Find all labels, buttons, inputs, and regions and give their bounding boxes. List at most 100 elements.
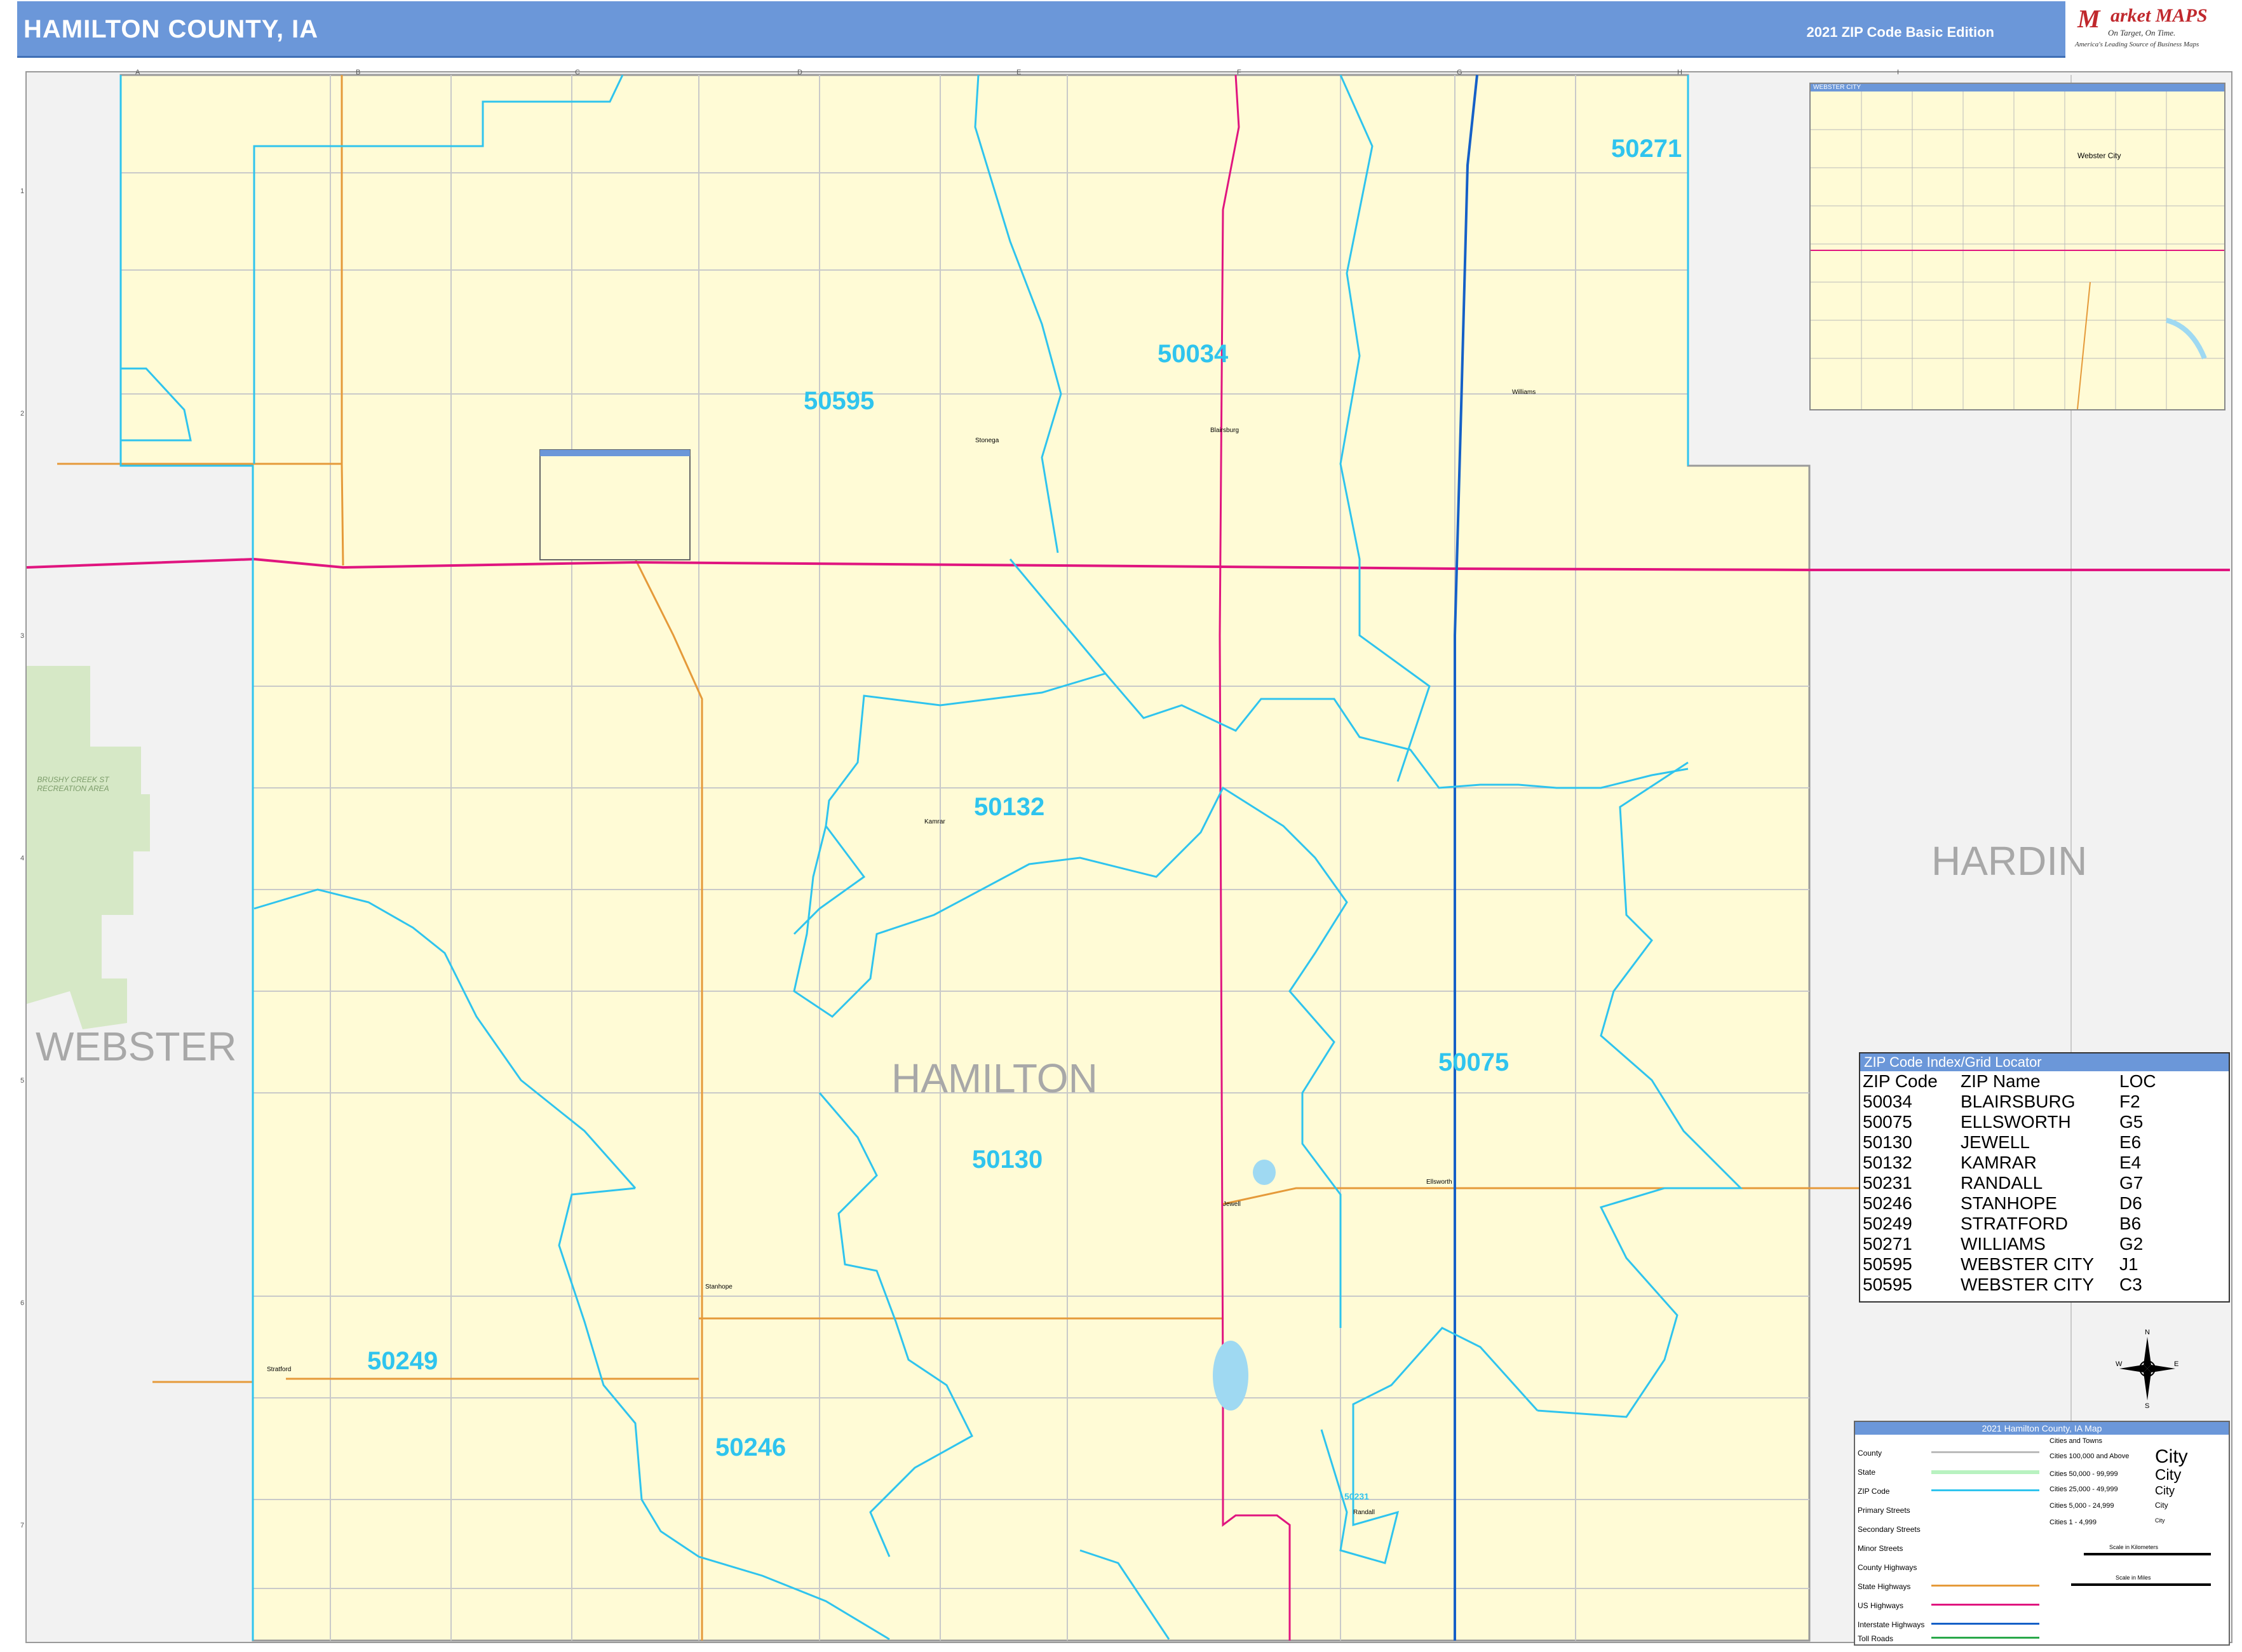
legend-secondary: Secondary Streets: [1858, 1525, 1921, 1534]
zip-code: 50249: [1863, 1214, 1912, 1233]
legend-interstate-swatch: [1931, 1623, 2039, 1625]
county-label-hamilton: HAMILTON: [891, 1055, 1098, 1101]
legend-scale-km-bar: [2084, 1553, 2211, 1555]
compass-w: W: [2116, 1360, 2123, 1368]
zip-name: WILLIAMS: [1961, 1234, 2046, 1254]
zip-label-50130: 50130: [972, 1146, 1043, 1174]
zip-index-row: 50130 JEWELL E6: [1860, 1132, 2229, 1153]
zip-index-row: 50075 ELLSWORTH G5: [1860, 1112, 2229, 1132]
zip-name: BLAIRSBURG: [1961, 1092, 2076, 1111]
zip-loc: G2: [2119, 1234, 2144, 1254]
grid-col-f: F: [1237, 69, 1241, 76]
zip-name: JEWELL: [1961, 1132, 2030, 1152]
grid-col-d: D: [797, 69, 802, 76]
legend-us-hwy: US Highways: [1858, 1601, 1904, 1610]
grid-row-2: 2: [20, 410, 25, 417]
zip-index-row: 50595 WEBSTER CITY J1: [1860, 1254, 2229, 1275]
place-blairsburg: Blairsburg: [1210, 427, 1239, 434]
grid-col-c: C: [575, 69, 580, 76]
compass-e: E: [2174, 1360, 2178, 1368]
legend-city-sample-4: City: [2155, 1501, 2168, 1510]
grid-row-5: 5: [20, 1077, 25, 1085]
zip-index-header-row: ZIP Code ZIP Name LOC: [1860, 1071, 2229, 1092]
zip-index-row: 50249 STRATFORD B6: [1860, 1214, 2229, 1234]
legend-state-hwy: State Highways: [1858, 1582, 1911, 1591]
legend-city-2: Cities 50,000 - 99,999: [2050, 1470, 2118, 1478]
county-label-hardin: HARDIN: [1931, 838, 2088, 884]
legend-city-sample-2: City: [2155, 1466, 2182, 1484]
legend-state-hwy-swatch: [1931, 1585, 2039, 1587]
zip-code: 50271: [1863, 1234, 1912, 1254]
zip-name: ELLSWORTH: [1961, 1112, 2071, 1132]
zip-loc: F2: [2119, 1092, 2140, 1111]
grid-col-a: A: [135, 69, 140, 76]
zip-label-50246: 50246: [715, 1433, 787, 1461]
zip-label-50231: 50231: [1344, 1491, 1369, 1501]
zip-label-50271: 50271: [1611, 135, 1682, 163]
legend-city-header: Cities and Towns: [2050, 1437, 2102, 1445]
legend-title: 2021 Hamilton County, IA Map: [1855, 1422, 2229, 1435]
grid-row-7: 7: [20, 1522, 25, 1529]
legend-zip: ZIP Code: [1858, 1487, 1890, 1496]
grid-col-i: I: [1897, 69, 1900, 76]
legend-state-swatch: [1931, 1470, 2039, 1474]
zip-loc: G7: [2119, 1173, 2144, 1193]
zip-loc: B6: [2119, 1214, 2142, 1233]
zip-loc: E4: [2119, 1153, 2142, 1172]
hamilton-county-area: [119, 74, 1811, 1642]
zip-code: 50595: [1863, 1254, 1912, 1274]
place-williams: Williams: [1512, 389, 1536, 396]
zip-index-row: 50595 WEBSTER CITY C3: [1860, 1275, 2229, 1295]
legend-city-4: Cities 5,000 - 24,999: [2050, 1502, 2114, 1510]
zip-index-table: ZIP Code Index/Grid Locator ZIP Code ZIP…: [1859, 1052, 2230, 1303]
zip-loc: E6: [2119, 1132, 2142, 1152]
zip-loc: D6: [2119, 1193, 2142, 1213]
zip-label-50249: 50249: [367, 1347, 438, 1375]
zip-name: WEBSTER CITY: [1961, 1275, 2095, 1294]
zip-index-row: 50231 RANDALL G7: [1860, 1173, 2229, 1193]
grid-row-6: 6: [20, 1299, 25, 1307]
legend-primary: Primary Streets: [1858, 1506, 1910, 1515]
legend-zip-swatch: [1931, 1489, 2039, 1491]
legend-state: State: [1858, 1468, 1876, 1477]
place-ellsworth: Ellsworth: [1426, 1179, 1452, 1186]
zip-name: WEBSTER CITY: [1961, 1254, 2095, 1274]
zip-label-50034: 50034: [1158, 340, 1229, 368]
legend-scale-mi: Scale in Miles: [2116, 1574, 2151, 1581]
zip-index-header-zip: ZIP Code: [1863, 1071, 1938, 1091]
zip-code: 50130: [1863, 1132, 1912, 1152]
legend-city-1: Cities 100,000 and Above: [2050, 1452, 2130, 1460]
zip-code: 50075: [1863, 1112, 1912, 1132]
compass-rose: N E S W: [2116, 1329, 2178, 1410]
inset-map: Webster City: [1811, 91, 2224, 409]
webster-city-inset: WEBSTER CITY Webster City: [1809, 83, 2225, 410]
grid-row-4: 4: [20, 855, 25, 862]
zip-name: KAMRAR: [1961, 1153, 2037, 1172]
zip-index-row: 50132 KAMRAR E4: [1860, 1153, 2229, 1173]
inset-place-label: Webster City: [2077, 151, 2121, 160]
legend-scale-mi-bar: [2071, 1583, 2211, 1586]
zip-index-row: 50246 STANHOPE D6: [1860, 1193, 2229, 1214]
lake: [1213, 1341, 1248, 1411]
zip-loc: J1: [2119, 1254, 2138, 1274]
grid-col-b: B: [356, 69, 361, 76]
legend-city-sample-5: City: [2155, 1517, 2165, 1524]
legend-scale-km: Scale in Kilometers: [2109, 1544, 2159, 1550]
compass-n: N: [2145, 1329, 2150, 1336]
zip-code: 50246: [1863, 1193, 1912, 1213]
zip-loc: G5: [2119, 1112, 2144, 1132]
zip-label-50132: 50132: [974, 793, 1045, 821]
legend-toll: Toll Roads: [1858, 1634, 1894, 1643]
county-label-webster: WEBSTER: [36, 1024, 237, 1069]
legend-city-sample-1: City: [2155, 1446, 2188, 1467]
legend-county: County: [1858, 1449, 1882, 1458]
zip-index-row: 50034 BLAIRSBURG F2: [1860, 1092, 2229, 1112]
grid-col-h: H: [1677, 69, 1682, 76]
legend-county-hwy: County Highways: [1858, 1563, 1917, 1572]
zip-name: RANDALL: [1961, 1173, 2043, 1193]
map-legend: 2021 Hamilton County, IA Map County Stat…: [1854, 1421, 2230, 1646]
grid-row-1: 1: [20, 187, 25, 195]
legend-city-5: Cities 1 - 4,999: [2050, 1519, 2097, 1526]
legend-city-sample-3: City: [2155, 1484, 2175, 1497]
zip-index-header-loc: LOC: [2119, 1071, 2156, 1091]
